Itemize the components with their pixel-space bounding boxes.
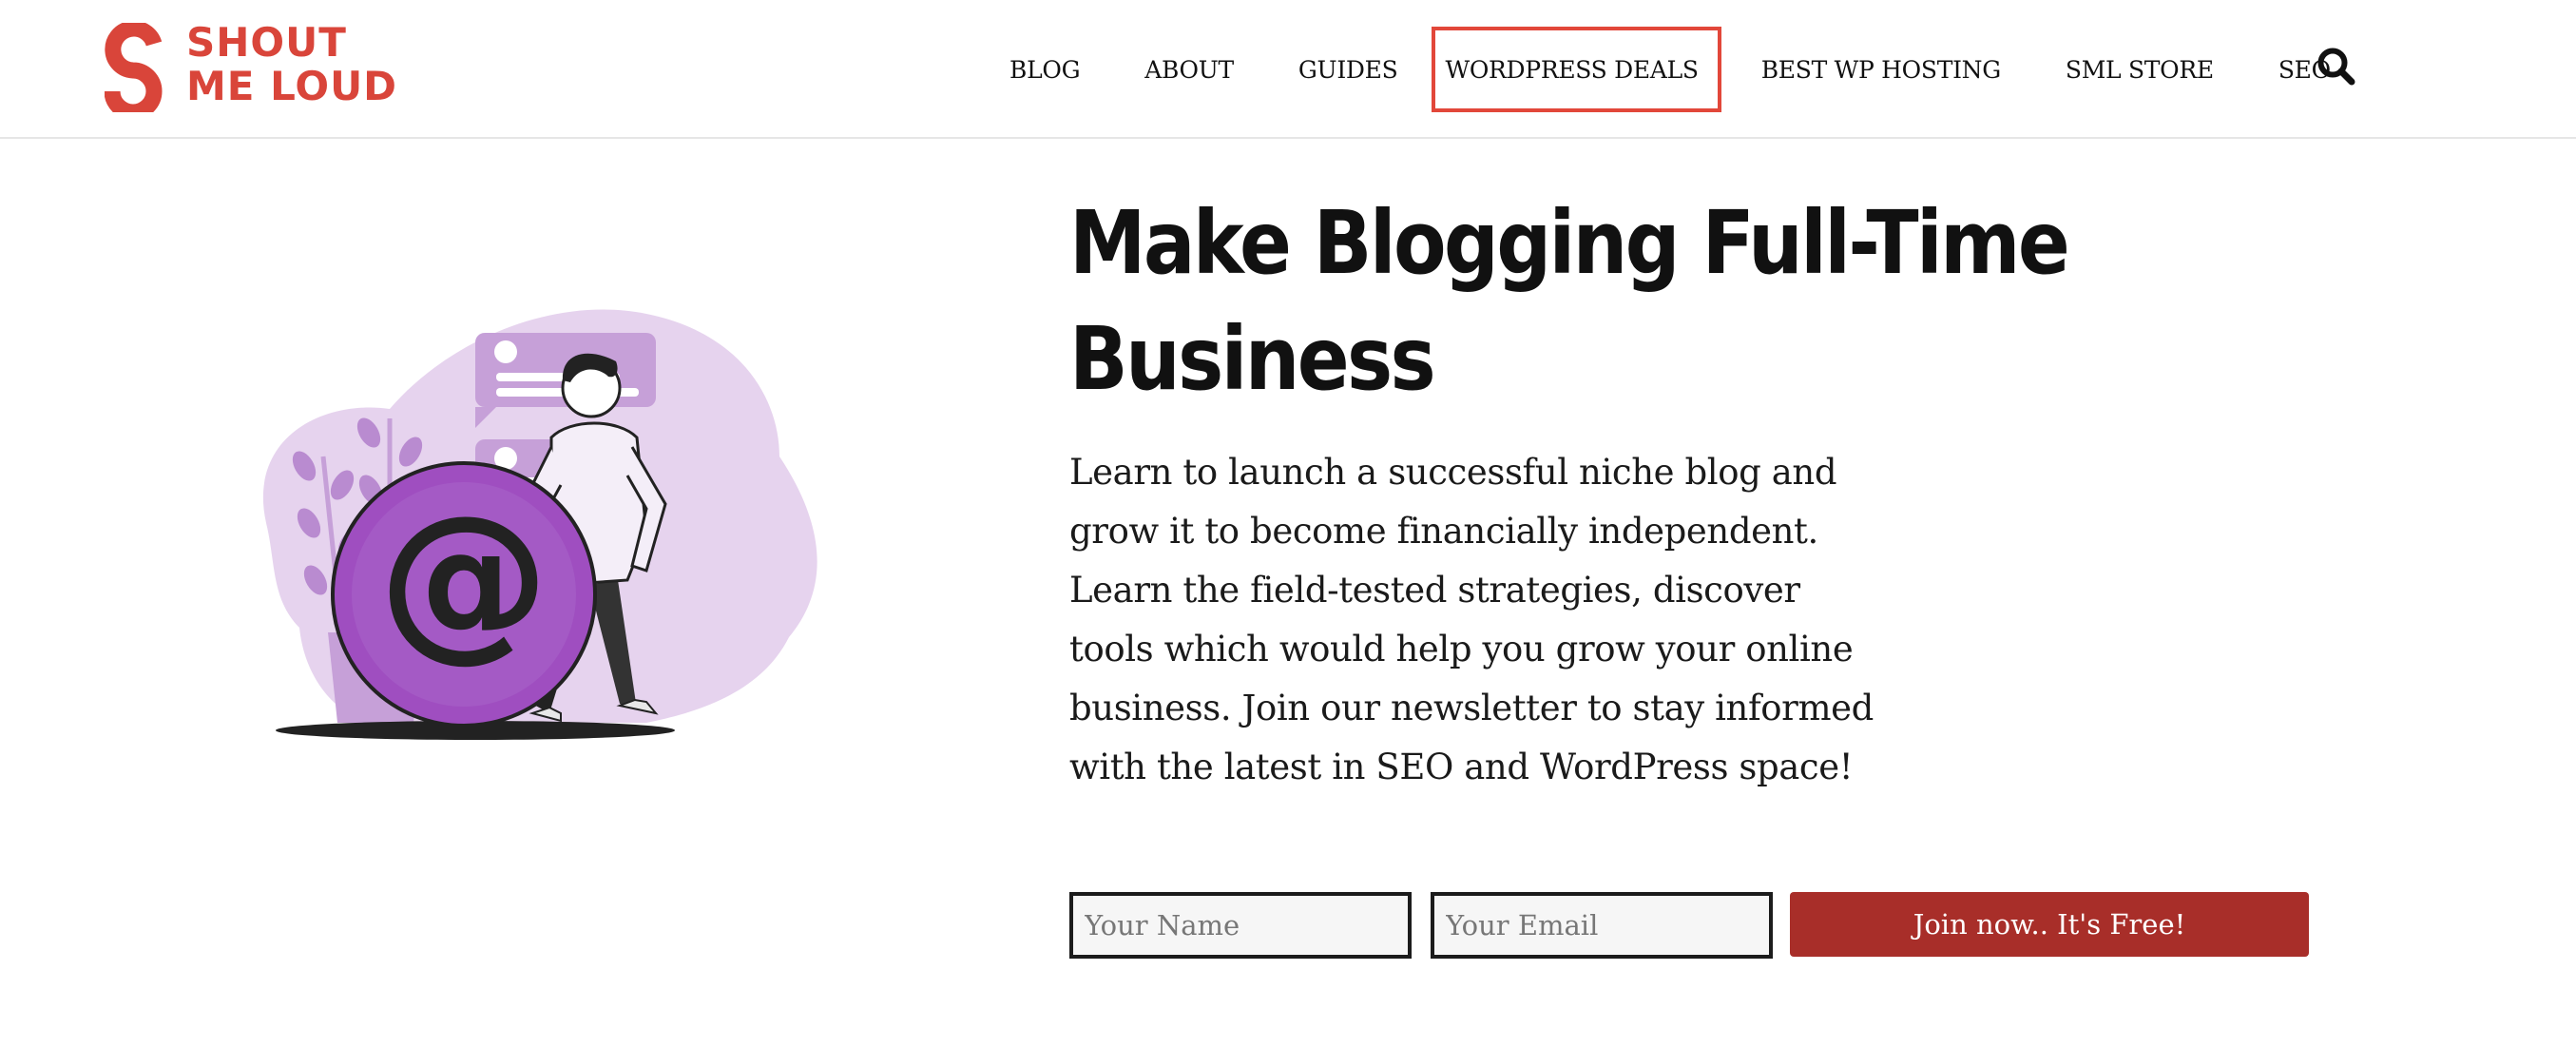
search-icon: [2317, 48, 2355, 86]
nav-item-blog[interactable]: BLOG: [989, 27, 1101, 112]
hero-illustration: @: [262, 309, 817, 740]
join-button[interactable]: Join now.. It's Free!: [1790, 892, 2309, 957]
name-input[interactable]: [1069, 892, 1412, 959]
nav-item-best-wp-hosting[interactable]: BEST WP HOSTING: [1740, 27, 2022, 112]
logo-mark-icon: [105, 23, 163, 112]
site-header: SHOUT ME LOUD BLOG ABOUT GUIDES WORDPRES…: [0, 0, 2576, 139]
nav-item-about[interactable]: ABOUT: [1124, 27, 1255, 112]
hero-section: Make Blogging Full-Time Business: [1069, 185, 2305, 417]
logo-line-1: SHOUT: [186, 19, 347, 66]
nav-item-sml-store[interactable]: SML STORE: [2045, 27, 2235, 112]
nav-item-wordpress-deals[interactable]: WORDPRESS DEALS: [1432, 27, 1721, 112]
nav-item-guides[interactable]: GUIDES: [1278, 27, 1419, 112]
logo-text: SHOUT ME LOUD: [186, 21, 397, 108]
svg-text:@: @: [378, 479, 549, 678]
site-logo[interactable]: SHOUT ME LOUD: [105, 21, 418, 116]
hero-description: Learn to launch a successful niche blog …: [1069, 452, 1874, 787]
logo-line-2: ME LOUD: [186, 63, 398, 109]
main-nav: BLOG ABOUT GUIDES WORDPRESS DEALS BEST W…: [989, 27, 2352, 112]
hero-title: Make Blogging Full-Time Business: [1069, 192, 2070, 410]
search-button[interactable]: [2314, 44, 2359, 89]
email-input[interactable]: [1431, 892, 1773, 959]
